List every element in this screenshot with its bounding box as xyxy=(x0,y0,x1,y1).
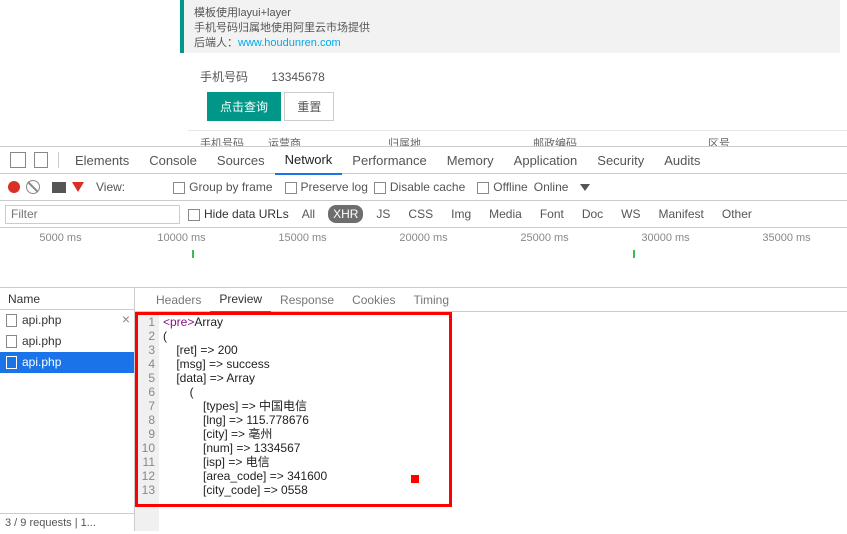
dtab-preview[interactable]: Preview xyxy=(210,287,271,313)
online-select[interactable]: Online xyxy=(534,180,569,194)
filter-font[interactable]: Font xyxy=(535,205,569,223)
tab-security[interactable]: Security xyxy=(587,147,654,174)
devtools-main-tabs: Elements Console Sources Network Perform… xyxy=(0,147,847,174)
reset-button[interactable]: 重置 xyxy=(284,92,334,121)
request-item-selected[interactable]: api.php xyxy=(0,352,134,373)
devtools-panel: Elements Console Sources Network Perform… xyxy=(0,146,847,534)
disable-cache-checkbox[interactable]: Disable cache xyxy=(374,180,465,194)
group-checkbox[interactable]: Group by frame xyxy=(173,180,272,194)
response-code: <pre>Array( [ret] => 200 [msg] => succes… xyxy=(159,312,847,531)
tl-10000: 10000 ms xyxy=(121,232,242,244)
info-panel: 模板使用layui+layer 手机号码归属地使用阿里云市场提供 后端人：www… xyxy=(180,0,840,53)
phone-row: 手机号码 13345678 xyxy=(200,68,345,85)
view-grid-icon[interactable] xyxy=(149,181,161,193)
request-marker xyxy=(633,250,635,258)
filter-all[interactable]: All xyxy=(297,205,320,223)
filter-media[interactable]: Media xyxy=(484,205,527,223)
devtools-body: Name × api.php api.php api.php 3 / 9 req… xyxy=(0,288,847,531)
line-gutter: 12345678910111213 xyxy=(135,312,159,531)
file-icon xyxy=(6,356,17,369)
dtab-timing[interactable]: Timing xyxy=(404,288,458,312)
info-line1: 模板使用layui+layer xyxy=(194,6,830,21)
screenshot-icon[interactable] xyxy=(52,182,66,193)
filter-other[interactable]: Other xyxy=(717,205,757,223)
separator xyxy=(58,152,59,168)
close-icon[interactable]: × xyxy=(122,311,130,327)
view-label: View: xyxy=(96,180,125,194)
filter-img[interactable]: Img xyxy=(446,205,476,223)
name-column-header[interactable]: Name xyxy=(0,288,134,310)
filter-icon[interactable] xyxy=(72,182,84,192)
tab-sources[interactable]: Sources xyxy=(207,147,275,174)
record-icon[interactable] xyxy=(8,181,20,193)
detail-tabs: Headers Preview Response Cookies Timing xyxy=(135,288,847,312)
filter-doc[interactable]: Doc xyxy=(577,205,608,223)
filter-js[interactable]: JS xyxy=(371,205,395,223)
dtab-cookies[interactable]: Cookies xyxy=(343,288,404,312)
inspect-icon[interactable] xyxy=(10,152,26,168)
dropdown-icon[interactable] xyxy=(580,184,590,191)
device-toggle-icon[interactable] xyxy=(34,152,48,168)
source-link[interactable]: www.houdunren.com xyxy=(238,37,341,49)
offline-checkbox[interactable]: Offline xyxy=(477,180,527,194)
response-preview[interactable]: 12345678910111213 <pre>Array( [ret] => 2… xyxy=(135,312,847,531)
network-toolbar: View: Group by frame Preserve log Disabl… xyxy=(0,174,847,201)
tab-application[interactable]: Application xyxy=(504,147,588,174)
filter-xhr[interactable]: XHR xyxy=(328,205,363,223)
tab-performance[interactable]: Performance xyxy=(342,147,436,174)
filter-input[interactable] xyxy=(5,205,180,224)
request-detail: Headers Preview Response Cookies Timing … xyxy=(135,288,847,531)
request-item[interactable]: api.php xyxy=(0,310,134,331)
filter-bar: Hide data URLs All XHR JS CSS Img Media … xyxy=(0,201,847,228)
file-icon xyxy=(6,335,17,348)
tab-network[interactable]: Network xyxy=(275,146,343,175)
request-item[interactable]: api.php xyxy=(0,331,134,352)
filter-manifest[interactable]: Manifest xyxy=(654,205,709,223)
tl-30000: 30000 ms xyxy=(605,232,726,244)
page-content: 模板使用layui+layer 手机号码归属地使用阿里云市场提供 后端人：www… xyxy=(0,0,847,146)
tl-25000: 25000 ms xyxy=(484,232,605,244)
filter-css[interactable]: CSS xyxy=(403,205,438,223)
tl-20000: 20000 ms xyxy=(363,232,484,244)
tab-audits[interactable]: Audits xyxy=(654,147,710,174)
hide-urls-checkbox[interactable]: Hide data URLs xyxy=(188,207,289,221)
phone-value: 13345678 xyxy=(271,70,324,84)
clear-icon[interactable] xyxy=(26,180,40,194)
view-list-icon[interactable] xyxy=(131,181,143,193)
info-line3: 后端人：www.houdunren.com xyxy=(194,36,830,51)
dtab-headers[interactable]: Headers xyxy=(147,288,210,312)
request-summary: 3 / 9 requests | 1... xyxy=(0,513,134,531)
button-row: 点击查询 重置 xyxy=(207,92,334,121)
tl-35000: 35000 ms xyxy=(726,232,847,244)
file-icon xyxy=(6,314,17,327)
dtab-response[interactable]: Response xyxy=(271,288,343,312)
info-line2: 手机号码归属地使用阿里云市场提供 xyxy=(194,21,830,36)
tab-memory[interactable]: Memory xyxy=(437,147,504,174)
request-list-panel: Name × api.php api.php api.php 3 / 9 req… xyxy=(0,288,135,531)
tl-5000: 5000 ms xyxy=(0,232,121,244)
query-button[interactable]: 点击查询 xyxy=(207,92,281,121)
tab-elements[interactable]: Elements xyxy=(65,147,139,174)
preserve-checkbox[interactable]: Preserve log xyxy=(285,180,368,194)
filter-ws[interactable]: WS xyxy=(616,205,645,223)
network-timeline[interactable]: 5000 ms 10000 ms 15000 ms 20000 ms 25000… xyxy=(0,228,847,288)
tl-15000: 15000 ms xyxy=(242,232,363,244)
request-marker xyxy=(192,250,194,258)
phone-label: 手机号码 xyxy=(200,70,248,84)
tab-console[interactable]: Console xyxy=(139,147,207,174)
